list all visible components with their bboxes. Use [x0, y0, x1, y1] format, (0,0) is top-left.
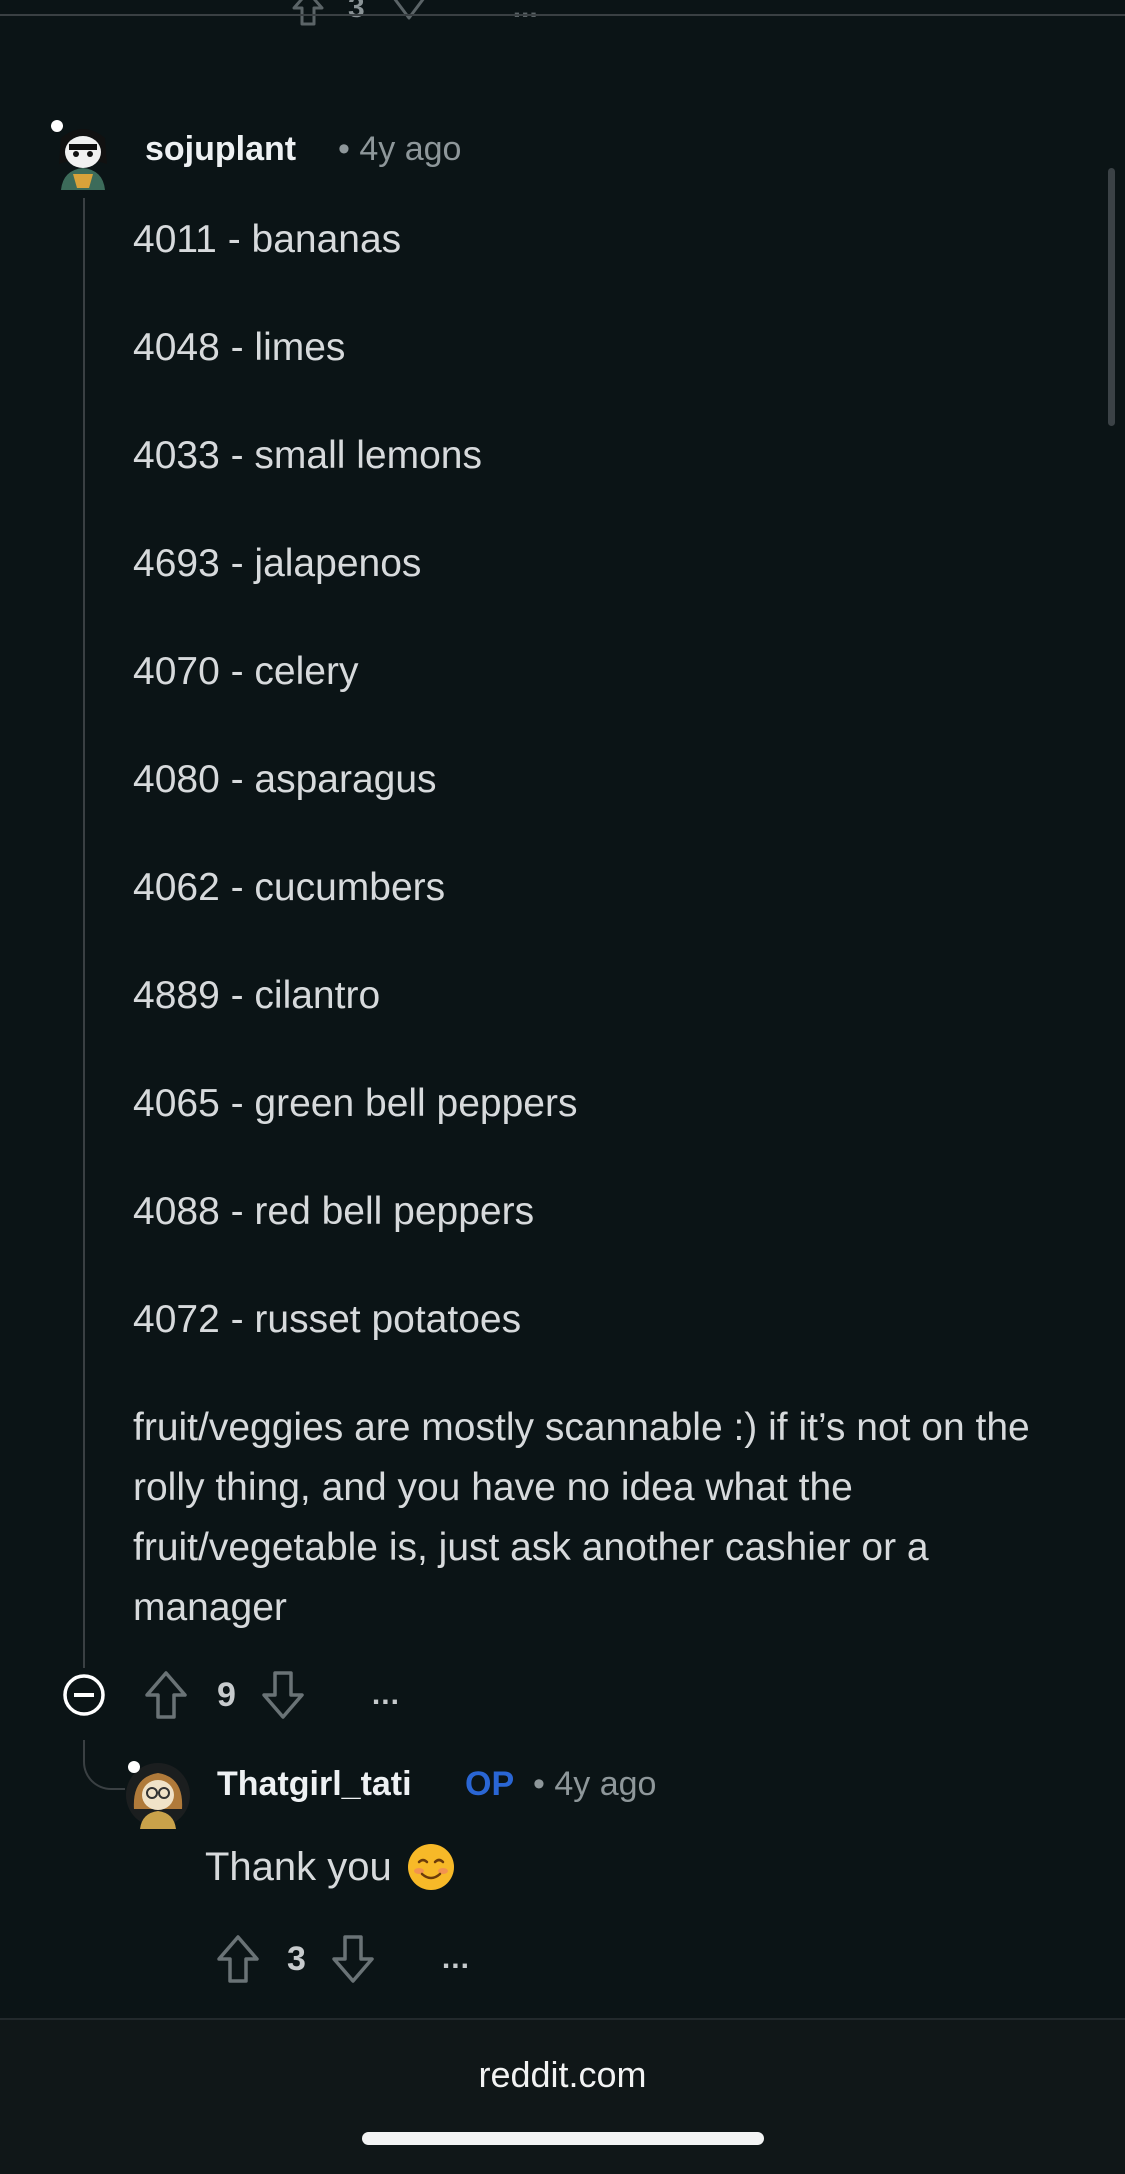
- smiling-face-emoji-icon: [406, 1842, 456, 1892]
- downvote-icon[interactable]: [330, 1933, 376, 1985]
- browser-address-bar[interactable]: [0, 2020, 1125, 2174]
- comment-line: 4088 - red bell peppers: [133, 1190, 535, 1233]
- reply-body: Thank you: [205, 1842, 456, 1892]
- comment-line: 4065 - green bell peppers: [133, 1082, 578, 1125]
- comment-actions: 9 ...: [143, 1666, 400, 1724]
- vote-count: 3: [348, 0, 365, 24]
- previous-comment-actions: 3 ...: [290, 0, 538, 38]
- avatar[interactable]: [47, 118, 119, 190]
- comment-line: 4011 - bananas: [133, 218, 402, 261]
- downvote-icon[interactable]: [260, 1669, 306, 1721]
- comment-paragraph: fruit/veggies are mostly scannable :) if…: [133, 1406, 1030, 1629]
- comment-line: 4072 - russet potatoes: [133, 1298, 522, 1341]
- comment-line: 4048 - limes: [133, 326, 346, 369]
- comment-line: 4070 - celery: [133, 650, 359, 693]
- thread-line[interactable]: [83, 198, 85, 1668]
- more-options-button[interactable]: ...: [513, 0, 538, 25]
- comment-body: 4011 - bananas 4048 - limes 4033 - small…: [133, 210, 1033, 1686]
- more-options-button[interactable]: ...: [442, 1942, 470, 1976]
- scrollbar[interactable]: [1108, 168, 1115, 426]
- url-domain[interactable]: reddit.com: [0, 2054, 1125, 2096]
- comment-line: 4062 - cucumbers: [133, 866, 446, 909]
- reply-actions: 3 ...: [215, 1930, 470, 1988]
- collapse-thread-icon[interactable]: [62, 1673, 106, 1717]
- reply-username[interactable]: Thatgirl_tati: [217, 1765, 412, 1804]
- comment-line: 4889 - cilantro: [133, 974, 381, 1017]
- reddit-comment-thread: 3 ... sojuplant • 4y ago 4011 - bananas …: [0, 0, 1125, 2174]
- home-indicator[interactable]: [362, 2132, 764, 2145]
- reply-timestamp: • 4y ago: [533, 1765, 657, 1803]
- op-badge: OP: [465, 1765, 515, 1803]
- vote-count: 9: [217, 1675, 236, 1714]
- reply-text: Thank you: [205, 1844, 392, 1889]
- comment-timestamp: • 4y ago: [338, 130, 462, 168]
- reply-connector: [83, 1740, 125, 1790]
- comment-line: 4080 - asparagus: [133, 758, 437, 801]
- comment-line: 4033 - small lemons: [133, 434, 482, 477]
- vote-count: 3: [287, 1939, 306, 1978]
- comment-line: 4693 - jalapenos: [133, 542, 422, 585]
- more-options-button[interactable]: ...: [372, 1678, 400, 1712]
- avatar[interactable]: [122, 1757, 194, 1829]
- upvote-icon[interactable]: [215, 1933, 261, 1985]
- upvote-icon[interactable]: [143, 1669, 189, 1721]
- comment-username[interactable]: sojuplant: [145, 130, 296, 169]
- divider: [0, 14, 1125, 16]
